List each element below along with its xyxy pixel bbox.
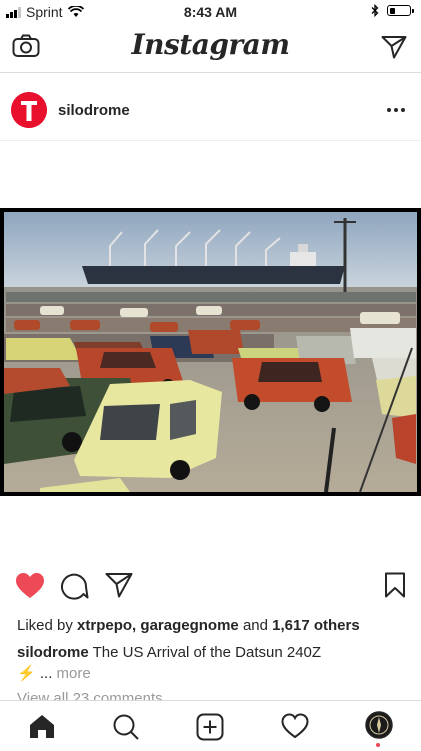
view-comments-link[interactable]: View all 23 comments bbox=[17, 688, 163, 700]
post-username[interactable]: silodrome bbox=[58, 102, 130, 119]
share-icon[interactable] bbox=[105, 572, 133, 598]
post-caption: silodrome The US Arrival of the Datsun 2… bbox=[17, 642, 407, 684]
clock: 8:43 AM bbox=[183, 4, 238, 20]
more-options-icon[interactable] bbox=[387, 108, 405, 112]
likes-prefix: Liked by bbox=[17, 617, 73, 634]
liker-username[interactable]: garagegnome bbox=[140, 617, 238, 634]
post-photo[interactable] bbox=[0, 208, 421, 496]
activity-icon[interactable] bbox=[281, 713, 309, 739]
direct-message-icon[interactable] bbox=[381, 35, 407, 59]
user-avatar[interactable] bbox=[11, 92, 47, 128]
bottom-tab-bar bbox=[0, 700, 421, 751]
profile-avatar[interactable] bbox=[365, 711, 393, 739]
battery-level bbox=[389, 7, 395, 14]
status-bar: Sprint 8:43 AM bbox=[0, 0, 421, 24]
battery-icon bbox=[387, 5, 414, 16]
notification-dot bbox=[376, 743, 380, 747]
liker-username[interactable]: xtrpepo, bbox=[77, 617, 136, 634]
bookmark-icon[interactable] bbox=[384, 572, 406, 598]
likes-connector: and bbox=[242, 617, 268, 634]
caption-text: The US Arrival of the Datsun 240Z bbox=[92, 644, 322, 661]
new-post-icon[interactable] bbox=[196, 713, 224, 741]
post-actions bbox=[0, 572, 421, 608]
parked-cars-photo bbox=[0, 208, 421, 496]
silodrome-logo-icon bbox=[11, 92, 47, 128]
lightning-emoji: ⚡ bbox=[17, 665, 36, 682]
caption-ellipsis: ... bbox=[39, 665, 53, 682]
home-icon[interactable] bbox=[28, 713, 56, 739]
likes-count-link[interactable]: 1,617 others bbox=[272, 617, 360, 634]
search-icon[interactable] bbox=[112, 713, 140, 741]
post-header: silodrome bbox=[0, 72, 421, 141]
caption-more-link[interactable]: more bbox=[57, 665, 91, 682]
comment-icon[interactable] bbox=[61, 572, 89, 600]
heart-icon-liked[interactable] bbox=[15, 572, 45, 600]
instagram-logo: Instagram bbox=[131, 28, 290, 61]
caption-username[interactable]: silodrome bbox=[17, 644, 89, 661]
bluetooth-icon bbox=[371, 4, 379, 17]
likes-summary: Liked by xtrpepo, garagegnome and 1,617 … bbox=[17, 617, 360, 634]
top-navigation: Instagram bbox=[0, 24, 421, 73]
